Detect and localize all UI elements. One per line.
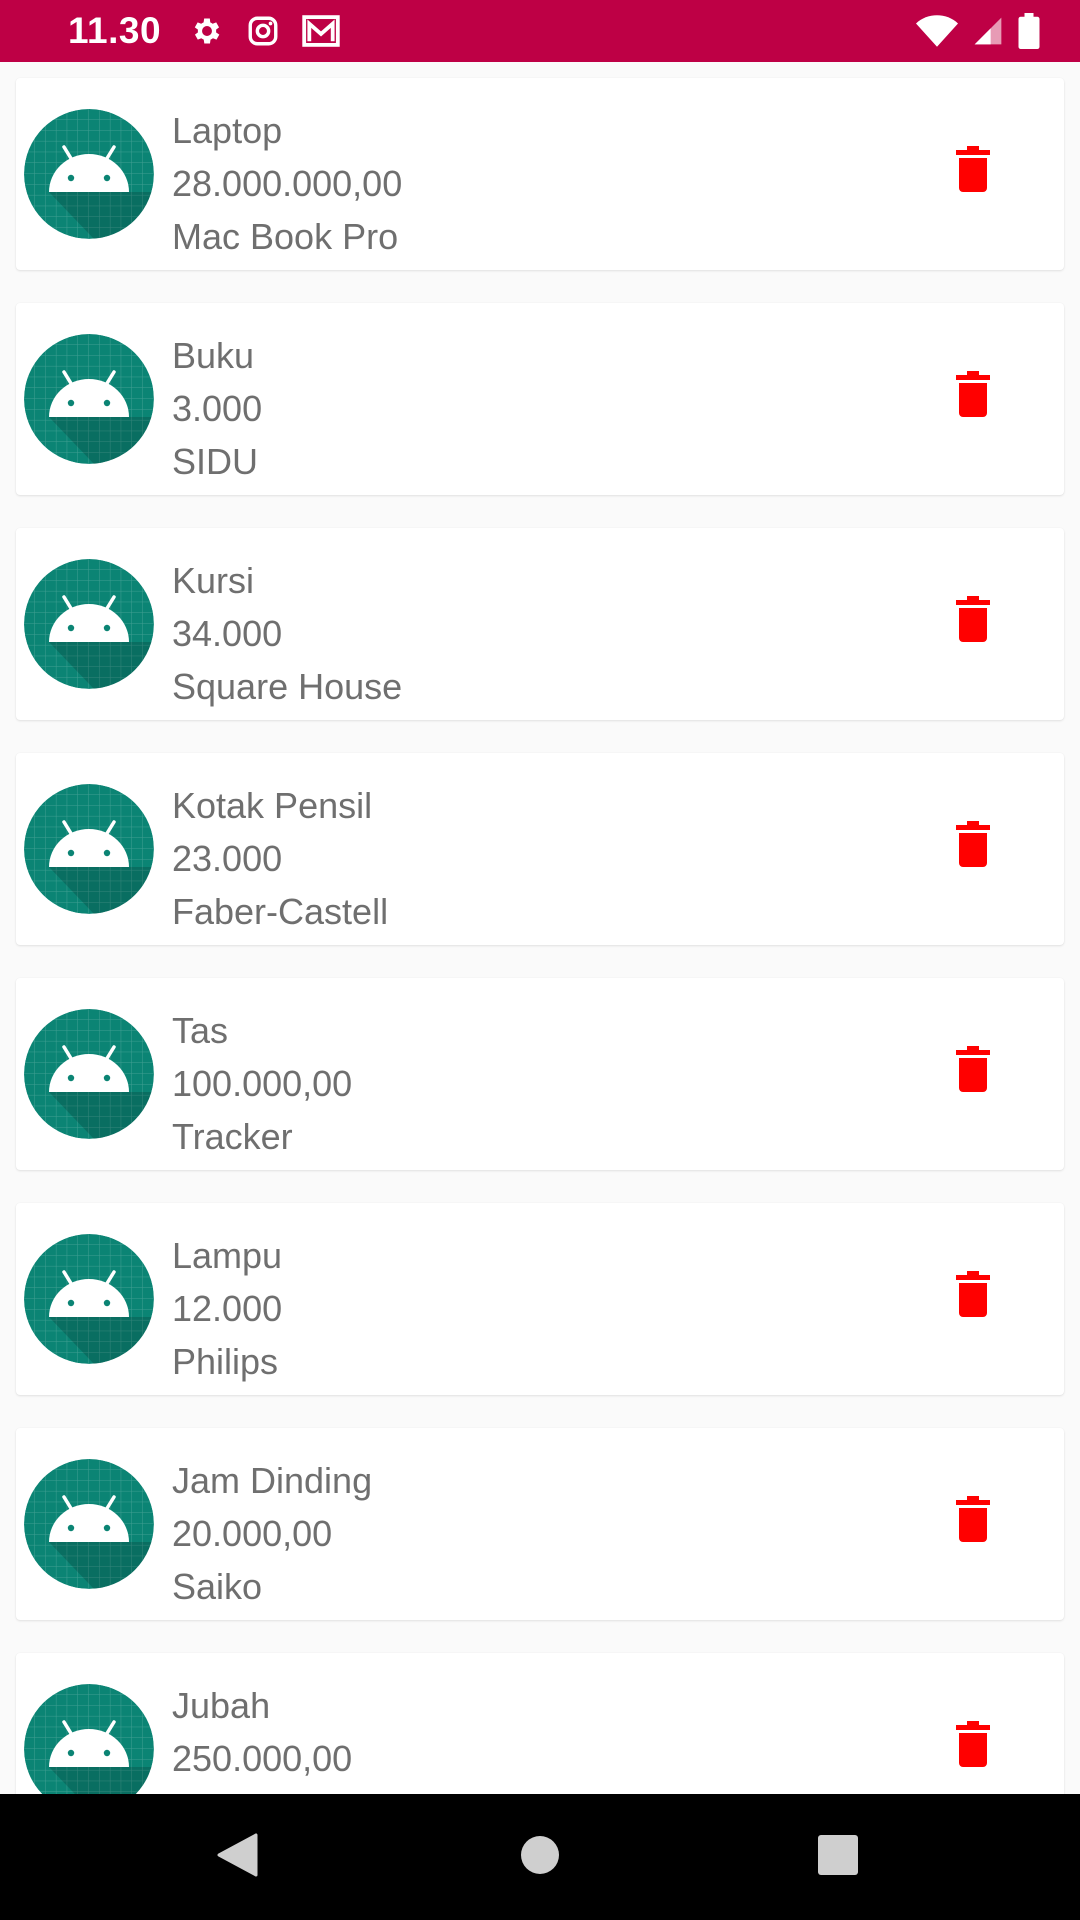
android-icon: [24, 1684, 154, 1794]
item-list[interactable]: Laptop 28.000.000,00 Mac Book Pro Buku 3.000…: [0, 62, 1080, 1794]
delete-button[interactable]: [946, 369, 1000, 423]
item-brand: Tracker: [172, 1116, 293, 1157]
item-details: Buku 3.000 SIDU: [172, 329, 262, 488]
android-icon: [24, 784, 154, 914]
home-button[interactable]: [514, 1831, 566, 1883]
item-name: Kotak Pensil: [172, 785, 373, 826]
back-icon: [216, 1832, 260, 1883]
gmail-icon: [302, 14, 340, 48]
home-icon: [520, 1835, 560, 1880]
delete-button[interactable]: [946, 144, 1000, 198]
list-item[interactable]: Laptop 28.000.000,00 Mac Book Pro: [16, 78, 1064, 270]
item-price: 28.000.000,00: [172, 163, 403, 204]
item-name: Tas: [172, 1010, 229, 1051]
item-details: Jam Dinding 20.000,00 Saiko: [172, 1454, 372, 1613]
item-name: Lampu: [172, 1235, 283, 1276]
status-bar: 11.30: [0, 0, 1080, 62]
system-icons: [916, 12, 1040, 50]
list-item[interactable]: Kotak Pensil 23.000 Faber-Castell: [16, 753, 1064, 945]
list-item[interactable]: Buku 3.000 SIDU: [16, 303, 1064, 495]
battery-icon: [1018, 13, 1040, 49]
notification-icons: [190, 12, 340, 50]
item-brand: Philips: [172, 1341, 279, 1382]
trash-icon: [956, 370, 990, 422]
wifi-icon: [916, 15, 958, 47]
trash-icon: [956, 145, 990, 197]
trash-icon: [956, 1720, 990, 1772]
back-button[interactable]: [212, 1831, 264, 1883]
item-details: Lampu 12.000 Philips: [172, 1229, 282, 1388]
item-price: 23.000: [172, 838, 283, 879]
list-item[interactable]: Tas 100.000,00 Tracker: [16, 978, 1064, 1170]
item-price: 3.000: [172, 388, 263, 429]
android-icon: [24, 1459, 154, 1589]
delete-button[interactable]: [946, 819, 1000, 873]
item-details: Laptop 28.000.000,00 Mac Book Pro: [172, 104, 402, 263]
item-details: Kotak Pensil 23.000 Faber-Castell: [172, 779, 388, 938]
android-icon: [24, 334, 154, 464]
delete-button[interactable]: [946, 1494, 1000, 1548]
recents-icon: [818, 1834, 858, 1880]
status-time: 11.30: [68, 10, 162, 51]
android-icon: [24, 559, 154, 689]
item-price: 100.000,00: [172, 1063, 353, 1104]
android-icon: [24, 1234, 154, 1364]
item-details: Jubah 250.000,00: [172, 1679, 352, 1785]
item-details: Kursi 34.000 Square House: [172, 554, 402, 713]
item-name: Laptop: [172, 110, 283, 151]
list-item[interactable]: Jam Dinding 20.000,00 Saiko: [16, 1428, 1064, 1620]
item-brand: Mac Book Pro: [172, 216, 399, 257]
list-item[interactable]: Lampu 12.000 Philips: [16, 1203, 1064, 1395]
item-price: 250.000,00: [172, 1738, 353, 1779]
gear-icon: [190, 14, 224, 48]
item-name: Buku: [172, 335, 255, 376]
trash-icon: [956, 1045, 990, 1097]
instagram-icon: [246, 14, 280, 48]
android-icon: [24, 1009, 154, 1139]
recents-button[interactable]: [812, 1831, 864, 1883]
delete-button[interactable]: [946, 594, 1000, 648]
item-price: 20.000,00: [172, 1513, 333, 1554]
trash-icon: [956, 1495, 990, 1547]
item-price: 34.000: [172, 613, 283, 654]
trash-icon: [956, 820, 990, 872]
delete-button[interactable]: [946, 1044, 1000, 1098]
trash-icon: [956, 595, 990, 647]
navigation-bar: [0, 1794, 1080, 1920]
item-brand: Square House: [172, 666, 403, 707]
android-icon: [24, 109, 154, 239]
cell-signal-icon: [972, 15, 1004, 47]
item-name: Jam Dinding: [172, 1460, 373, 1501]
delete-button[interactable]: [946, 1269, 1000, 1323]
list-item[interactable]: Jubah 250.000,00: [16, 1653, 1064, 1794]
item-name: Jubah: [172, 1685, 271, 1726]
item-brand: SIDU: [172, 441, 259, 482]
item-name: Kursi: [172, 560, 255, 601]
item-brand: Faber-Castell: [172, 891, 389, 932]
item-details: Tas 100.000,00 Tracker: [172, 1004, 352, 1163]
item-brand: Saiko: [172, 1566, 263, 1607]
screen: 11.30 Laptop 28.000.000,00 Mac Book Pro …: [0, 0, 1080, 1920]
item-price: 12.000: [172, 1288, 283, 1329]
trash-icon: [956, 1270, 990, 1322]
list-item[interactable]: Kursi 34.000 Square House: [16, 528, 1064, 720]
delete-button[interactable]: [946, 1719, 1000, 1773]
